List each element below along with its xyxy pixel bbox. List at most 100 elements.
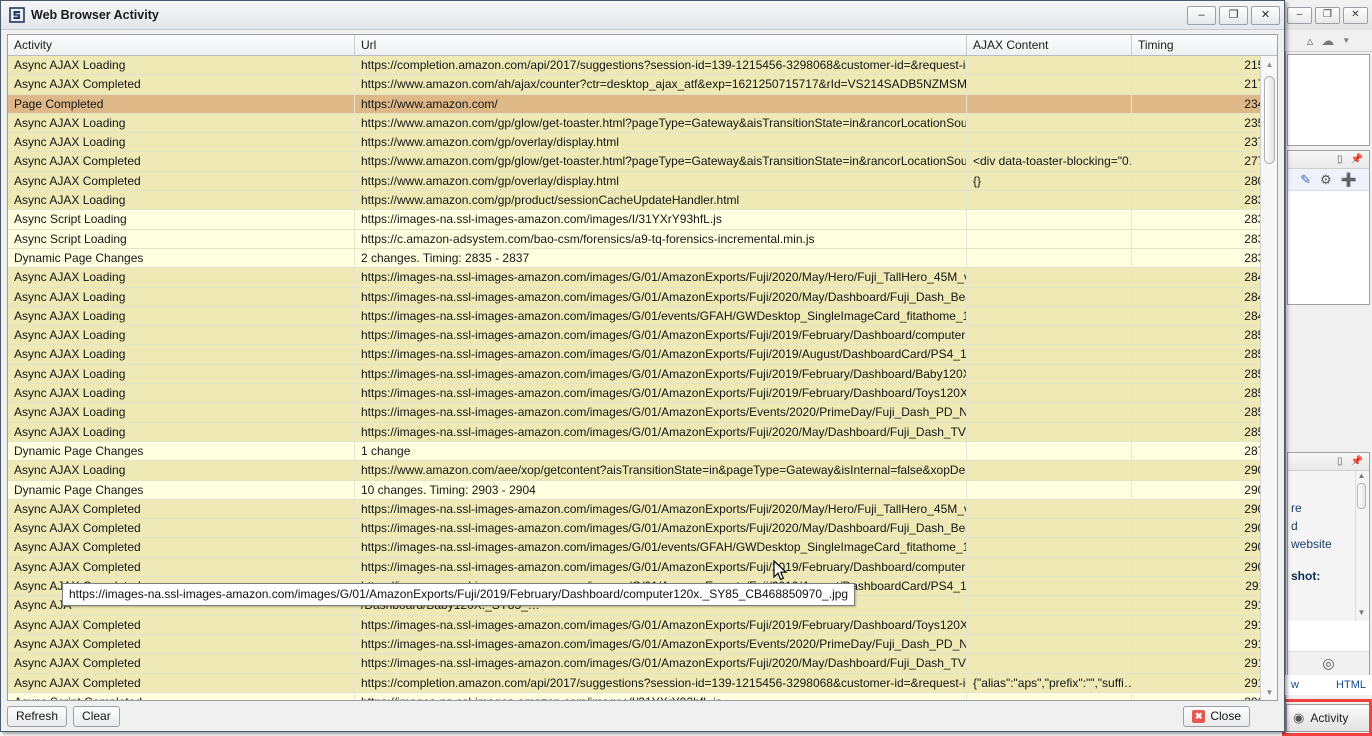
activity-button[interactable]: ◉ Activity bbox=[1286, 704, 1370, 732]
cell-url: https://images-na.ssl-images-amazon.com/… bbox=[355, 693, 967, 700]
close-button[interactable]: ✖ Close bbox=[1183, 706, 1250, 727]
table-row[interactable]: Async AJAX Completedhttps://images-na.ss… bbox=[8, 538, 1277, 557]
tab-view[interactable]: w bbox=[1291, 679, 1299, 691]
table-row[interactable]: Async AJAX Completedhttps://images-na.ss… bbox=[8, 558, 1277, 577]
cell-timing: 2374 bbox=[1132, 133, 1277, 151]
table-row[interactable]: Async AJAX Loadinghttps://images-na.ssl-… bbox=[8, 307, 1277, 326]
crosshair-icon[interactable]: ◎ bbox=[1322, 655, 1334, 672]
cell-ajax-content bbox=[967, 56, 1132, 74]
table-row[interactable]: Async AJAX Loadinghttps://images-na.ssl-… bbox=[8, 423, 1277, 442]
cell-activity: Async AJAX Loading bbox=[8, 423, 355, 441]
column-header-activity[interactable]: Activity bbox=[8, 35, 355, 55]
table-row[interactable]: Async AJAX Loadinghttps://www.amazon.com… bbox=[8, 133, 1277, 152]
column-header-timing[interactable]: Timing bbox=[1132, 35, 1278, 55]
cell-ajax-content bbox=[967, 133, 1132, 151]
cell-activity: Dynamic Page Changes bbox=[8, 442, 355, 460]
cell-timing: 2847 bbox=[1132, 307, 1277, 325]
table-row[interactable]: Dynamic Page Changes2 changes. Timing: 2… bbox=[8, 249, 1277, 268]
table-row[interactable]: Async AJAX Loadinghttps://completion.ama… bbox=[8, 56, 1277, 75]
table-row[interactable]: Async AJAX Loadinghttps://images-na.ssl-… bbox=[8, 326, 1277, 345]
cell-timing: 2770 bbox=[1132, 152, 1277, 170]
cell-timing: 2356 bbox=[1132, 114, 1277, 132]
edit-icon[interactable]: ✎ bbox=[1300, 172, 1311, 188]
caret-down-icon[interactable]: ▼ bbox=[1342, 36, 1350, 45]
dialog-titlebar[interactable]: Web Browser Activity – ❐ ✕ bbox=[1, 1, 1284, 30]
chevron-up-icon[interactable]: ▵ bbox=[1307, 33, 1314, 49]
close-button-label: Close bbox=[1210, 709, 1241, 723]
cell-url: https://www.amazon.com/gp/glow/get-toast… bbox=[355, 152, 967, 170]
table-header-row: Activity Url AJAX Content Timing bbox=[8, 35, 1277, 56]
cell-timing: 2912 bbox=[1132, 596, 1277, 614]
cell-timing: 2915 bbox=[1132, 635, 1277, 653]
table-row[interactable]: Async AJAX Loadinghttps://images-na.ssl-… bbox=[8, 365, 1277, 384]
add-icon[interactable]: ➕ bbox=[1341, 172, 1357, 188]
cell-activity: Async AJAX Loading bbox=[8, 268, 355, 286]
refresh-button[interactable]: Refresh bbox=[7, 706, 67, 727]
cell-activity: Page Completed bbox=[8, 95, 355, 113]
cell-activity: Async AJAX Completed bbox=[8, 654, 355, 672]
cell-ajax-content bbox=[967, 500, 1132, 518]
cell-activity: Async AJAX Loading bbox=[8, 384, 355, 402]
table-row[interactable]: Async AJAX Completedhttps://images-na.ss… bbox=[8, 519, 1277, 538]
pin-icon[interactable]: 📌 bbox=[1351, 154, 1363, 165]
gear-icon[interactable]: ⚙ bbox=[1320, 172, 1332, 188]
table-row[interactable]: Async AJAX Completedhttps://www.amazon.c… bbox=[8, 172, 1277, 191]
restore-icon-lower[interactable]: ▯ bbox=[1337, 456, 1343, 467]
table-row[interactable]: Async Script Loadinghttps://images-na.ss… bbox=[8, 210, 1277, 229]
tab-html[interactable]: HTML bbox=[1336, 679, 1366, 691]
cell-ajax-content bbox=[967, 654, 1132, 672]
scroll-down-arrow-icon[interactable]: ▼ bbox=[1358, 608, 1366, 617]
table-row[interactable]: Async AJAX Loadinghttps://images-na.ssl-… bbox=[8, 288, 1277, 307]
table-row[interactable]: Async AJAX Completedhttps://images-na.ss… bbox=[8, 654, 1277, 673]
table-row[interactable]: Async AJAX Completedhttps://images-na.ss… bbox=[8, 616, 1277, 635]
table-row[interactable]: Async Script Loadinghttps://c.amazon-ads… bbox=[8, 230, 1277, 249]
cell-timing: 2854 bbox=[1132, 326, 1277, 344]
restore-icon[interactable]: ▯ bbox=[1337, 154, 1343, 165]
table-row[interactable]: Async AJAX Loadinghttps://images-na.ssl-… bbox=[8, 384, 1277, 403]
cell-activity: Async AJAX Completed bbox=[8, 558, 355, 576]
cell-timing: 2835 bbox=[1132, 249, 1277, 267]
table-row[interactable]: Async AJAX Loadinghttps://www.amazon.com… bbox=[8, 461, 1277, 480]
table-row[interactable]: Async AJAX Completedhttps://completion.a… bbox=[8, 674, 1277, 693]
scroll-up-arrow-icon[interactable]: ▲ bbox=[1358, 471, 1366, 480]
clear-button[interactable]: Clear bbox=[73, 706, 120, 727]
scroll-thumb[interactable] bbox=[1357, 483, 1366, 509]
bg-minimize-button[interactable]: – bbox=[1287, 7, 1312, 24]
web-browser-activity-dialog: Web Browser Activity – ❐ ✕ Activity Url … bbox=[0, 0, 1285, 732]
table-row[interactable]: Async AJAX Loadinghttps://www.amazon.com… bbox=[8, 114, 1277, 133]
cell-timing: 2916 bbox=[1132, 654, 1277, 672]
panel-lower-scrollbar[interactable]: ▲ ▼ bbox=[1355, 471, 1367, 621]
scrollbar-down-arrow-icon[interactable]: ▼ bbox=[1261, 684, 1278, 700]
cell-ajax-content bbox=[967, 384, 1132, 402]
bg-restore-button[interactable]: ❐ bbox=[1315, 7, 1340, 24]
pin-icon-lower[interactable]: 📌 bbox=[1351, 456, 1363, 467]
bg-close-button[interactable]: ✕ bbox=[1343, 7, 1368, 24]
cell-url: https://images-na.ssl-images-amazon.com/… bbox=[355, 384, 967, 402]
column-header-ajax-content[interactable]: AJAX Content bbox=[967, 35, 1132, 55]
cell-timing: 2833 bbox=[1132, 230, 1277, 248]
table-row[interactable]: Async AJAX Loadinghttps://images-na.ssl-… bbox=[8, 403, 1277, 422]
table-row[interactable]: Async AJAX Completedhttps://images-na.ss… bbox=[8, 500, 1277, 519]
table-row[interactable]: Async AJAX Completedhttps://www.amazon.c… bbox=[8, 75, 1277, 94]
dialog-maximize-button[interactable]: ❐ bbox=[1219, 6, 1248, 25]
cell-timing: 2855 bbox=[1132, 384, 1277, 402]
scrollbar-up-arrow-icon[interactable]: ▲ bbox=[1261, 56, 1278, 72]
table-row[interactable]: Async Script Completedhttps://images-na.… bbox=[8, 693, 1277, 700]
table-vertical-scrollbar[interactable]: ▲ ▼ bbox=[1260, 56, 1277, 700]
cell-ajax-content bbox=[967, 114, 1132, 132]
table-row[interactable]: Page Completedhttps://www.amazon.com/234… bbox=[8, 95, 1277, 114]
cell-ajax-content: <div data-toaster-blocking="0… bbox=[967, 152, 1132, 170]
dialog-minimize-button[interactable]: – bbox=[1187, 6, 1216, 25]
table-row[interactable]: Async AJAX Completedhttps://www.amazon.c… bbox=[8, 152, 1277, 171]
dialog-close-button[interactable]: ✕ bbox=[1251, 6, 1280, 25]
cell-ajax-content bbox=[967, 423, 1132, 441]
table-row[interactable]: Async AJAX Loadinghttps://images-na.ssl-… bbox=[8, 345, 1277, 364]
table-row[interactable]: Async AJAX Loadinghttps://www.amazon.com… bbox=[8, 191, 1277, 210]
table-row[interactable]: Async AJAX Loadinghttps://images-na.ssl-… bbox=[8, 268, 1277, 287]
table-row[interactable]: Async AJAX Completedhttps://images-na.ss… bbox=[8, 635, 1277, 654]
scrollbar-thumb[interactable] bbox=[1264, 76, 1275, 164]
cloud-icon[interactable]: ☁ bbox=[1321, 33, 1334, 49]
column-header-url[interactable]: Url bbox=[355, 35, 967, 55]
table-row[interactable]: Dynamic Page Changes1 change2872 bbox=[8, 442, 1277, 461]
table-row[interactable]: Dynamic Page Changes10 changes. Timing: … bbox=[8, 481, 1277, 500]
